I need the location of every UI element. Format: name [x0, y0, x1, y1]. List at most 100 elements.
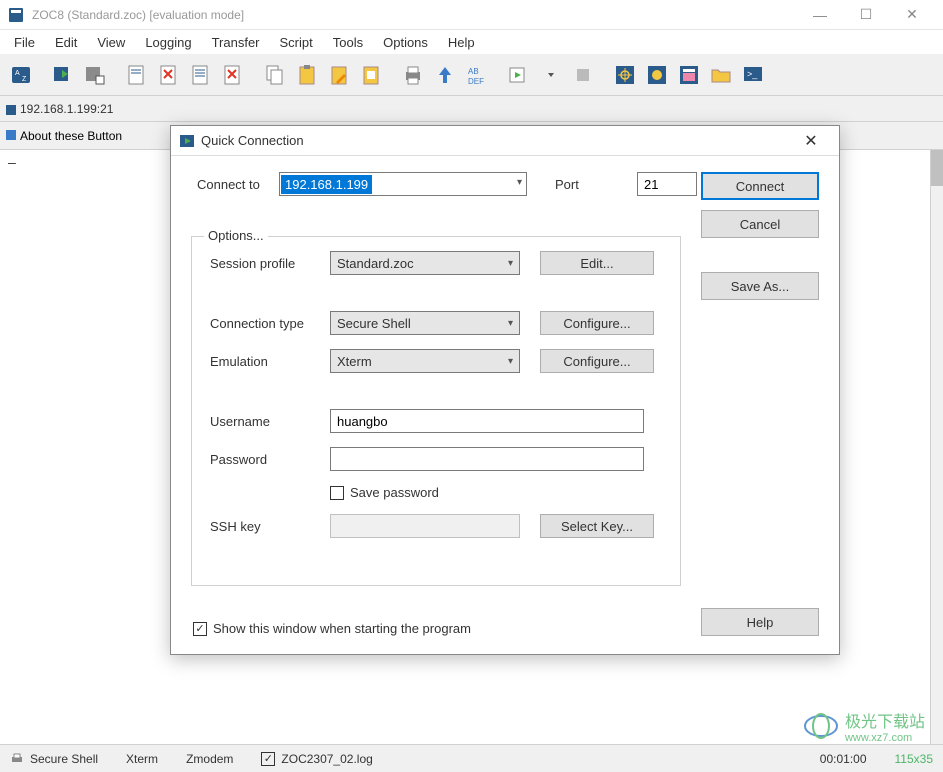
vertical-scrollbar[interactable]: [930, 150, 943, 744]
run-script-icon[interactable]: [504, 60, 534, 90]
save-as-button[interactable]: Save As...: [701, 272, 819, 300]
session-list-delete-icon[interactable]: [218, 60, 248, 90]
menu-view[interactable]: View: [87, 33, 135, 52]
copy-icon[interactable]: [260, 60, 290, 90]
maximize-button[interactable]: ☐: [843, 0, 889, 30]
window-options-icon[interactable]: [674, 60, 704, 90]
options-icon[interactable]: [610, 60, 640, 90]
close-button[interactable]: ✕: [889, 0, 935, 30]
dialog-body: Connect to 192.168.1.199 ▾ Port Connect …: [171, 156, 839, 654]
configure-connection-button[interactable]: Configure...: [540, 311, 654, 335]
cancel-button[interactable]: Cancel: [701, 210, 819, 238]
paste-special-icon[interactable]: [356, 60, 386, 90]
window-title: ZOC8 (Standard.zoc) [evaluation mode]: [32, 8, 797, 22]
toolbar: AZ ABDEF >_: [0, 54, 943, 96]
menu-help[interactable]: Help: [438, 33, 485, 52]
password-input[interactable]: [330, 447, 644, 471]
connection-type-label: Connection type: [210, 316, 320, 331]
script-dropdown-icon[interactable]: [536, 60, 566, 90]
show-window-checkbox[interactable]: [193, 622, 207, 636]
watermark-text: 极光下载站: [845, 708, 925, 732]
menu-file[interactable]: File: [4, 33, 45, 52]
session-profile-icon[interactable]: [122, 60, 152, 90]
find-icon[interactable]: ABDEF: [462, 60, 492, 90]
show-window-label: Show this window when starting the progr…: [213, 621, 471, 636]
status-size: 115x35: [895, 752, 933, 766]
app-icon: [8, 7, 24, 23]
new-connection-icon[interactable]: [80, 60, 110, 90]
menu-bar: File Edit View Logging Transfer Script T…: [0, 30, 943, 54]
menu-edit[interactable]: Edit: [45, 33, 87, 52]
session-tab[interactable]: 192.168.1.199:21: [6, 102, 113, 116]
help-button[interactable]: Help: [701, 608, 819, 636]
quick-connect-icon[interactable]: [48, 60, 78, 90]
options-fieldset: Options... Session profile Standard.zoc …: [191, 236, 681, 586]
session-profile-combo[interactable]: Standard.zoc ▾: [330, 251, 520, 275]
emulation-label: Emulation: [210, 354, 320, 369]
chevron-down-icon: ▾: [517, 177, 522, 188]
host-value: 192.168.1.199: [281, 175, 372, 194]
folder-icon[interactable]: [706, 60, 736, 90]
username-label: Username: [210, 414, 320, 429]
connect-button[interactable]: Connect: [701, 172, 819, 200]
scrollbar-thumb[interactable]: [931, 150, 943, 186]
stop-script-icon[interactable]: [568, 60, 598, 90]
svg-text:>_: >_: [747, 69, 758, 79]
status-xfer: Zmodem: [186, 752, 233, 766]
emulation-value: Xterm: [337, 354, 372, 369]
tab-bar: 192.168.1.199:21: [0, 96, 943, 122]
emulation-combo[interactable]: Xterm ▾: [330, 349, 520, 373]
paste-edit-icon[interactable]: [324, 60, 354, 90]
status-time: 00:01:00: [820, 752, 867, 766]
about-buttons-item[interactable]: About these Button: [6, 129, 122, 143]
username-input[interactable]: [330, 409, 644, 433]
connection-type-value: Secure Shell: [337, 316, 411, 331]
chevron-down-icon: ▾: [508, 258, 513, 269]
status-connection-label: Secure Shell: [30, 752, 98, 766]
print-icon[interactable]: [398, 60, 428, 90]
printer-icon: [10, 752, 24, 766]
status-connection: Secure Shell: [10, 752, 98, 766]
select-key-button[interactable]: Select Key...: [540, 514, 654, 538]
terminal-prompt: —: [8, 156, 16, 171]
menu-tools[interactable]: Tools: [323, 33, 373, 52]
tab-label: 192.168.1.199:21: [20, 102, 113, 116]
minimize-button[interactable]: —: [797, 0, 843, 30]
svg-text:AB: AB: [468, 67, 479, 76]
connection-type-combo[interactable]: Secure Shell ▾: [330, 311, 520, 335]
terminal-options-icon[interactable]: >_: [738, 60, 768, 90]
svg-text:A: A: [15, 70, 20, 77]
session-list-icon[interactable]: [186, 60, 216, 90]
menu-script[interactable]: Script: [270, 33, 323, 52]
session-delete-icon[interactable]: [154, 60, 184, 90]
svg-text:DEF: DEF: [468, 77, 484, 86]
about-buttons-label: About these Button: [20, 129, 122, 143]
window-titlebar: ZOC8 (Standard.zoc) [evaluation mode] — …: [0, 0, 943, 30]
watermark-icon: [803, 711, 839, 741]
menu-transfer[interactable]: Transfer: [202, 33, 270, 52]
save-password-checkbox[interactable]: [330, 486, 344, 500]
status-log-label: ZOC2307_02.log: [281, 752, 372, 766]
upload-icon[interactable]: [430, 60, 460, 90]
watermark-url: www.xz7.com: [845, 732, 925, 744]
options-label: Options...: [204, 228, 268, 243]
password-label: Password: [210, 452, 320, 467]
status-emulation: Xterm: [126, 752, 158, 766]
host-directory-icon[interactable]: AZ: [6, 60, 36, 90]
paste-icon[interactable]: [292, 60, 322, 90]
dialog-titlebar[interactable]: Quick Connection ✕: [171, 126, 839, 156]
edit-button[interactable]: Edit...: [540, 251, 654, 275]
color-options-icon[interactable]: [642, 60, 672, 90]
log-checkbox[interactable]: ✓: [261, 752, 275, 766]
dialog-title: Quick Connection: [201, 133, 791, 148]
status-log: ✓ ZOC2307_02.log: [261, 752, 372, 766]
chevron-down-icon: ▾: [508, 356, 513, 367]
host-combo[interactable]: 192.168.1.199 ▾: [279, 172, 527, 196]
configure-emulation-button[interactable]: Configure...: [540, 349, 654, 373]
menu-logging[interactable]: Logging: [135, 33, 201, 52]
dialog-close-button[interactable]: ✕: [791, 126, 831, 156]
menu-options[interactable]: Options: [373, 33, 438, 52]
port-input[interactable]: [637, 172, 697, 196]
ssh-key-input: [330, 514, 520, 538]
port-label: Port: [549, 177, 625, 192]
